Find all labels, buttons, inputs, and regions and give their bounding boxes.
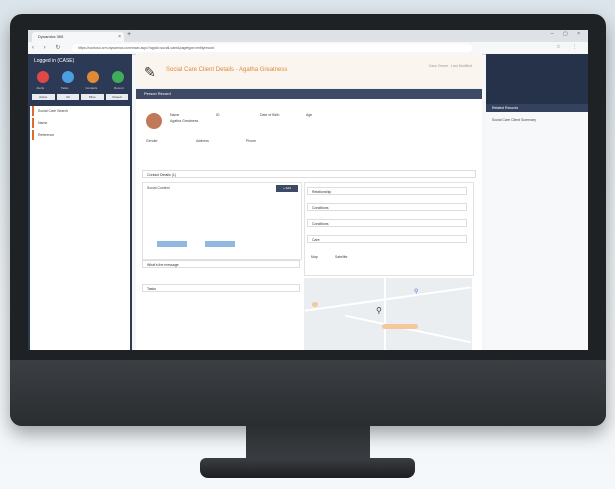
screen: Dynamics 365 × + – ▢ × ‹ › ↻ https://con…: [28, 30, 588, 350]
extension-icons[interactable]: ☆ ⋮: [556, 44, 582, 50]
gender-label: Gender: [146, 139, 158, 143]
dob-label: Date of Birth: [260, 113, 280, 117]
side-field[interactable]: Conditions: [307, 203, 467, 211]
add-button[interactable]: + Add: [276, 185, 298, 192]
contact-details-section[interactable]: Contact Details (1): [142, 170, 476, 178]
name-value: Agatha Greatness: [170, 119, 199, 123]
section-bar[interactable]: Person Record: [136, 89, 482, 99]
satellite-tab[interactable]: Satellite: [335, 255, 347, 259]
map-chip: [382, 324, 418, 329]
side-field[interactable]: Conditions: [307, 219, 467, 227]
action-button[interactable]: [205, 241, 235, 247]
map-road: [384, 278, 386, 350]
close-icon[interactable]: ×: [118, 32, 121, 42]
contacts-icon[interactable]: [86, 71, 99, 83]
side-field[interactable]: Care: [307, 235, 467, 243]
header-meta: Case Owner · Last Modified: [428, 64, 472, 68]
filter-button[interactable]: All: [56, 94, 79, 100]
icon-label: Tasks: [60, 86, 69, 90]
search-card-title[interactable]: Social Care Search: [32, 106, 128, 116]
browser-tabbar: Dynamics 365 × + – ▢ ×: [28, 30, 588, 42]
side-field[interactable]: Relationship: [307, 187, 467, 195]
id-label: ID: [216, 113, 220, 117]
avatar: [146, 113, 162, 129]
map-road: [345, 314, 471, 344]
filter-button[interactable]: Mine: [81, 94, 104, 100]
monitor-stand-neck: [246, 426, 370, 460]
record-header: ✎ Social Care Client Details - Agatha Gr…: [136, 54, 482, 89]
map-view[interactable]: ⚲ ⚲: [304, 278, 472, 350]
right-panel: Related Records Social Care Client Summa…: [486, 54, 588, 350]
filter-button[interactable]: Active: [32, 94, 55, 100]
search-card-line: Reference: [32, 130, 128, 140]
tasks-icon[interactable]: [61, 71, 74, 83]
new-tab-icon[interactable]: +: [127, 31, 131, 38]
address-bar[interactable]: https://contoso.crm.dynamics.com/main.as…: [72, 44, 472, 52]
icon-label: Contacts: [85, 86, 98, 90]
age-label: Age: [306, 113, 313, 117]
message-section[interactable]: What's the message: [142, 260, 300, 268]
action-button[interactable]: [157, 241, 187, 247]
recent-icon[interactable]: [111, 71, 124, 83]
page-title: Social Care Client Details - Agatha Grea…: [166, 67, 288, 73]
map-road: [304, 286, 472, 312]
map-tab[interactable]: Map: [311, 255, 318, 259]
side-fields-panel: Relationship Conditions Conditions Care …: [304, 182, 474, 276]
map-chip: [312, 302, 318, 307]
name-label: Name: [170, 113, 180, 117]
browser-tab[interactable]: Dynamics 365 ×: [32, 32, 124, 42]
person-summary: Name Agatha Greatness ID Date of Birth A…: [136, 99, 482, 169]
related-record-item[interactable]: Social Care Client Summary: [486, 112, 588, 128]
monitor-chin: [10, 360, 606, 426]
tab-title: Dynamics 365: [38, 34, 64, 39]
app-logo-icon: ✎: [144, 64, 156, 80]
quick-icons: [28, 68, 132, 86]
address-label: Address: [196, 139, 209, 143]
social-context-panel: Social Context + Add: [142, 182, 302, 260]
search-card: Social Care Search Name Reference: [30, 106, 130, 350]
search-card-line: Name: [32, 118, 128, 128]
icon-label: Recent: [114, 86, 124, 90]
monitor-stand-base: [200, 458, 415, 478]
social-context-title: Social Context: [147, 186, 170, 190]
tasks-section[interactable]: Tasks: [142, 284, 300, 292]
nav-icons[interactable]: ‹ › ↻: [32, 44, 64, 51]
map-pin-icon[interactable]: ⚲: [414, 288, 418, 295]
window-controls[interactable]: – ▢ ×: [551, 31, 584, 37]
left-panel-title: Logged in (CASE): [34, 58, 75, 64]
related-records-tab[interactable]: Related Records: [486, 104, 588, 112]
left-panel: Logged in (CASE) Alerts Tasks Contacts R…: [28, 54, 132, 350]
alerts-icon[interactable]: [36, 71, 49, 83]
map-pin-icon[interactable]: ⚲: [376, 306, 382, 315]
filter-bar: Active All Mine Closed: [28, 90, 132, 104]
main-content: ✎ Social Care Client Details - Agatha Gr…: [136, 54, 482, 350]
filter-button[interactable]: Closed: [105, 94, 128, 100]
right-panel-header: [486, 54, 588, 104]
phone-label: Phone: [246, 139, 257, 143]
icon-label: Alerts: [36, 86, 45, 90]
